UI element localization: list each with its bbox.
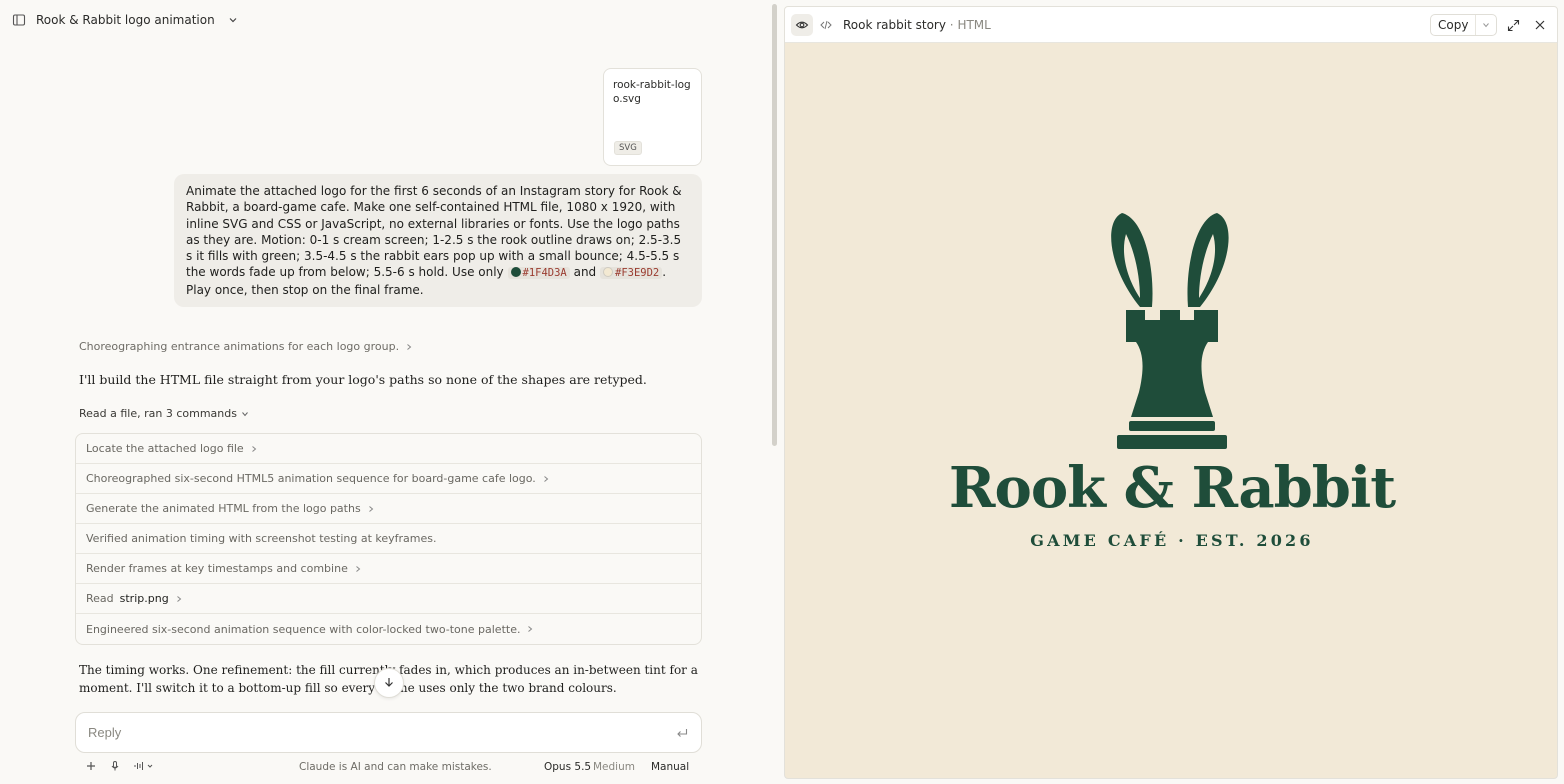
step-label: Generate the animated HTML from the logo…: [86, 502, 361, 515]
tools-summary-text: Read a file, ran 3 commands: [79, 407, 237, 420]
color-swatch-green: [510, 267, 521, 278]
chevron-right-icon: [542, 475, 550, 483]
user-message-text: Animate the attached logo for the first …: [186, 184, 682, 280]
left-rabbit-ear: [1111, 213, 1153, 307]
chevron-right-icon: [367, 505, 375, 513]
rook-crown: [1126, 310, 1218, 342]
chevron-right-icon: [354, 565, 362, 573]
chevron-right-icon: [405, 343, 413, 351]
ai-disclaimer: Claude is AI and can make mistakes.: [299, 761, 492, 773]
conversation-header: Rook & Rabbit logo animation: [12, 10, 239, 30]
thinking-summary[interactable]: Choreographing entrance animations for e…: [79, 340, 413, 353]
thinking-summary-text: Choreographing entrance animations for e…: [79, 340, 400, 353]
color-code-cream: #F3E9D2: [600, 267, 663, 280]
voice-waveform-icon[interactable]: [133, 760, 153, 775]
step-item[interactable]: Generate the animated HTML from the logo…: [76, 494, 701, 524]
attachment-type-badge: SVG: [614, 141, 642, 155]
composer-footer: Claude is AI and can make mistakes. Opus…: [85, 760, 695, 776]
step-item: Verified animation timing with screensho…: [76, 524, 701, 554]
chevron-right-icon: [175, 595, 183, 603]
effort-selector[interactable]: Medium: [593, 761, 635, 773]
color-value-cream: #F3E9D2: [615, 267, 660, 280]
chevron-down-icon[interactable]: [227, 14, 239, 26]
tool-steps-list: Locate the attached logo file Choreograp…: [75, 433, 702, 645]
artifact-panel: Rook rabbit story · HTML Copy Rook & Rab…: [784, 6, 1558, 779]
step-file-name: strip.png: [119, 592, 169, 605]
color-value-green: #1F4D3A: [522, 267, 567, 280]
arrow-down-icon: [383, 676, 395, 691]
assistant-message-intro: I'll build the HTML file straight from y…: [79, 372, 647, 387]
sidebar-toggle-icon[interactable]: [12, 13, 26, 27]
step-label: Read: [86, 592, 114, 605]
step-label: Render frames at key timestamps and comb…: [86, 562, 348, 575]
plus-icon[interactable]: [85, 760, 97, 775]
user-message-and: and: [573, 265, 597, 280]
mode-selector[interactable]: Manual: [651, 761, 689, 773]
step-label: Choreographed six-second HTML5 animation…: [86, 472, 536, 485]
step-label: Locate the attached logo file: [86, 442, 244, 455]
composer-tools: [85, 760, 153, 775]
chevron-right-icon: [526, 625, 534, 633]
send-icon[interactable]: [675, 726, 689, 740]
logo-wordmark: Rook & Rabbit: [948, 455, 1396, 521]
reply-composer: [75, 712, 702, 753]
step-item[interactable]: Render frames at key timestamps and comb…: [76, 554, 701, 584]
step-item[interactable]: Engineered six-second animation sequence…: [76, 614, 701, 644]
logo-shapes: [1111, 213, 1229, 449]
color-code-green: #1F4D3A: [507, 267, 570, 280]
reply-input[interactable]: [88, 725, 675, 740]
model-selector[interactable]: Opus 5.5: [544, 761, 591, 773]
chevron-down-icon: [241, 410, 249, 418]
attachment-card[interactable]: rook-rabbit-logo.svg SVG: [603, 68, 702, 166]
microphone-icon[interactable]: [109, 760, 121, 775]
step-label: Engineered six-second animation sequence…: [86, 622, 521, 636]
panel-resize-handle[interactable]: [772, 4, 777, 446]
step-item[interactable]: Locate the attached logo file: [76, 434, 701, 464]
tools-summary-toggle[interactable]: Read a file, ran 3 commands: [79, 407, 249, 420]
color-swatch-cream: [603, 267, 613, 278]
attachment-filename: rook-rabbit-logo.svg: [613, 79, 691, 105]
step-label: Verified animation timing with screensho…: [86, 532, 437, 545]
scroll-to-bottom-button[interactable]: [374, 668, 404, 698]
step-item[interactable]: Read strip.png: [76, 584, 701, 614]
logo-tagline: GAME CAFÉ · EST. 2026: [1030, 531, 1314, 550]
step-item[interactable]: Choreographed six-second HTML5 animation…: [76, 464, 701, 494]
conversation-title[interactable]: Rook & Rabbit logo animation: [36, 13, 215, 27]
rook-rabbit-logo-mark: [1111, 213, 1229, 449]
rook-body: [1131, 342, 1213, 417]
chevron-right-icon: [250, 445, 258, 453]
user-message: Animate the attached logo for the first …: [174, 174, 702, 307]
rook-base-bottom: [1117, 435, 1227, 449]
rook-base-top: [1129, 421, 1215, 431]
right-rabbit-ear: [1187, 213, 1229, 307]
chat-panel: Rook & Rabbit logo animation rook-rabbit…: [0, 0, 772, 784]
